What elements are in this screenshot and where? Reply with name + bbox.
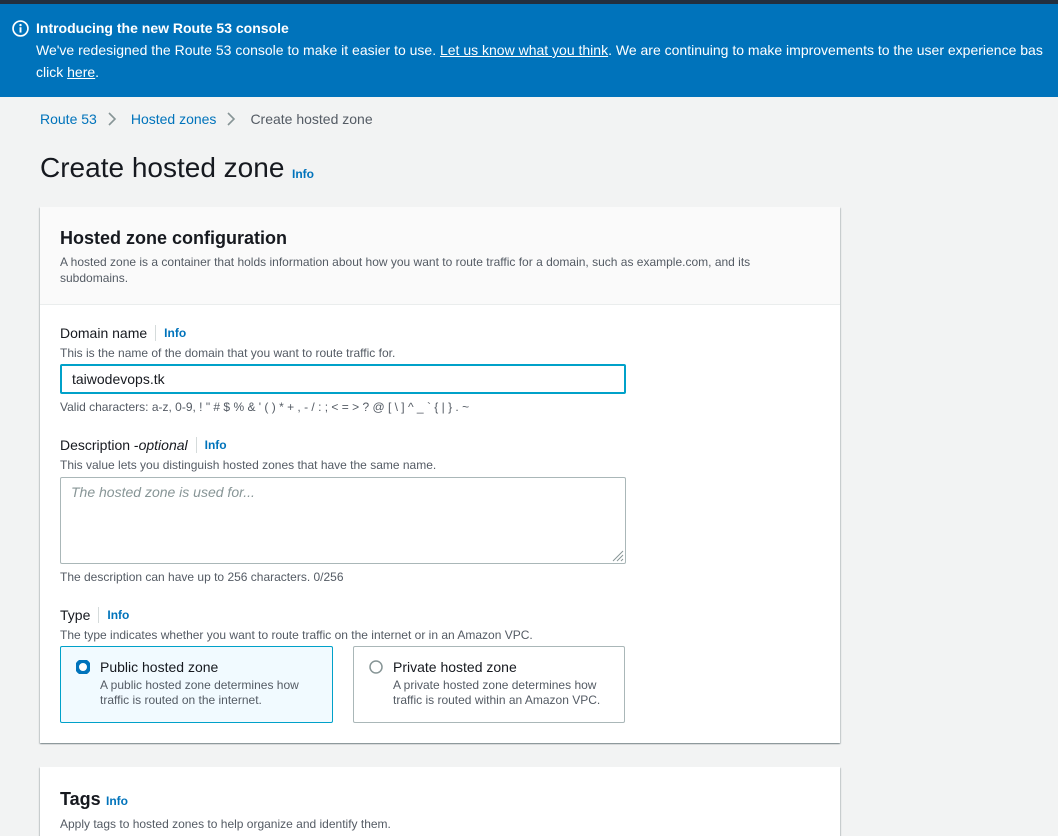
description-hint: This value lets you distinguish hosted z… <box>60 458 437 472</box>
here-link[interactable]: here <box>67 64 95 80</box>
banner-text: click <box>36 64 68 80</box>
tile-description: A private hosted zone determines how tra… <box>393 678 601 707</box>
domain-name-label: Domain name Info <box>60 325 186 341</box>
chevron-right-icon <box>227 112 236 126</box>
domain-name-constraint: Valid characters: a-z, 0-9, ! " # $ % & … <box>60 400 470 414</box>
page-title: Create hosted zone <box>40 152 285 183</box>
banner-text: . We are continuing to make improvements… <box>608 42 1043 58</box>
banner-message-continued: click here. <box>36 64 99 80</box>
tags-description: Apply tags to hosted zones to help organ… <box>60 817 391 831</box>
panel-title: Hosted zone configuration <box>60 228 287 248</box>
breadcrumb-hosted-zones[interactable]: Hosted zones <box>131 111 217 127</box>
page-info-link[interactable]: Info <box>292 167 314 181</box>
type-label-text: Type <box>60 607 91 623</box>
description-label: Description - optional Info <box>60 437 227 453</box>
breadcrumb-current: Create hosted zone <box>250 111 373 127</box>
info-circle-icon <box>12 20 29 37</box>
banner-message: We've redesigned the Route 53 console to… <box>36 42 1043 58</box>
type-hint: The type indicates whether you want to r… <box>60 628 533 642</box>
banner-text: . <box>95 64 100 80</box>
resize-handle-icon[interactable] <box>610 548 624 562</box>
private-hosted-zone-tile[interactable]: Private hosted zone A private hosted zon… <box>353 646 625 723</box>
chevron-right-icon <box>108 112 116 126</box>
description-label-text: Description - <box>60 437 139 453</box>
tags-panel: Tags Info Apply tags to hosted zones to … <box>40 767 840 836</box>
label-divider <box>98 607 100 623</box>
label-divider <box>195 437 197 453</box>
radio-selected-icon[interactable] <box>76 660 90 674</box>
public-hosted-zone-tile[interactable]: Public hosted zone A public hosted zone … <box>60 646 333 723</box>
announcement-banner: Introducing the new Route 53 console We'… <box>0 4 1058 97</box>
tile-description: A public hosted zone determines how traf… <box>100 678 299 707</box>
domain-name-label-text: Domain name <box>60 325 148 341</box>
description-info-link[interactable]: Info <box>205 438 227 452</box>
tags-info-link[interactable]: Info <box>106 794 128 808</box>
type-info-link[interactable]: Info <box>107 608 129 622</box>
label-divider <box>155 325 157 341</box>
tile-title: Private hosted zone <box>393 659 517 675</box>
tags-title: Tags <box>60 789 101 809</box>
panel-description: A hosted zone is a container that holds … <box>60 255 751 285</box>
domain-name-hint: This is the name of the domain that you … <box>60 346 396 360</box>
domain-name-info-link[interactable]: Info <box>164 326 186 340</box>
domain-name-input[interactable] <box>60 364 626 394</box>
panel-header: Hosted zone configuration A hosted zone … <box>40 207 840 305</box>
hosted-zone-configuration-panel: Hosted zone configuration A hosted zone … <box>40 207 840 743</box>
optional-marker: optional <box>138 437 188 453</box>
description-constraint: The description can have up to 256 chara… <box>60 570 344 584</box>
breadcrumb-route53[interactable]: Route 53 <box>40 111 97 127</box>
radio-unselected-icon[interactable] <box>369 660 383 674</box>
breadcrumb: Route 53 Hosted zones Create hosted zone <box>40 111 373 127</box>
feedback-link[interactable]: Let us know what you think <box>440 42 608 58</box>
banner-title: Introducing the new Route 53 console <box>36 20 289 36</box>
banner-text: We've redesigned the Route 53 console to… <box>36 42 440 58</box>
description-textarea[interactable] <box>60 477 626 564</box>
type-label: Type Info <box>60 607 129 623</box>
tile-title: Public hosted zone <box>100 659 219 675</box>
